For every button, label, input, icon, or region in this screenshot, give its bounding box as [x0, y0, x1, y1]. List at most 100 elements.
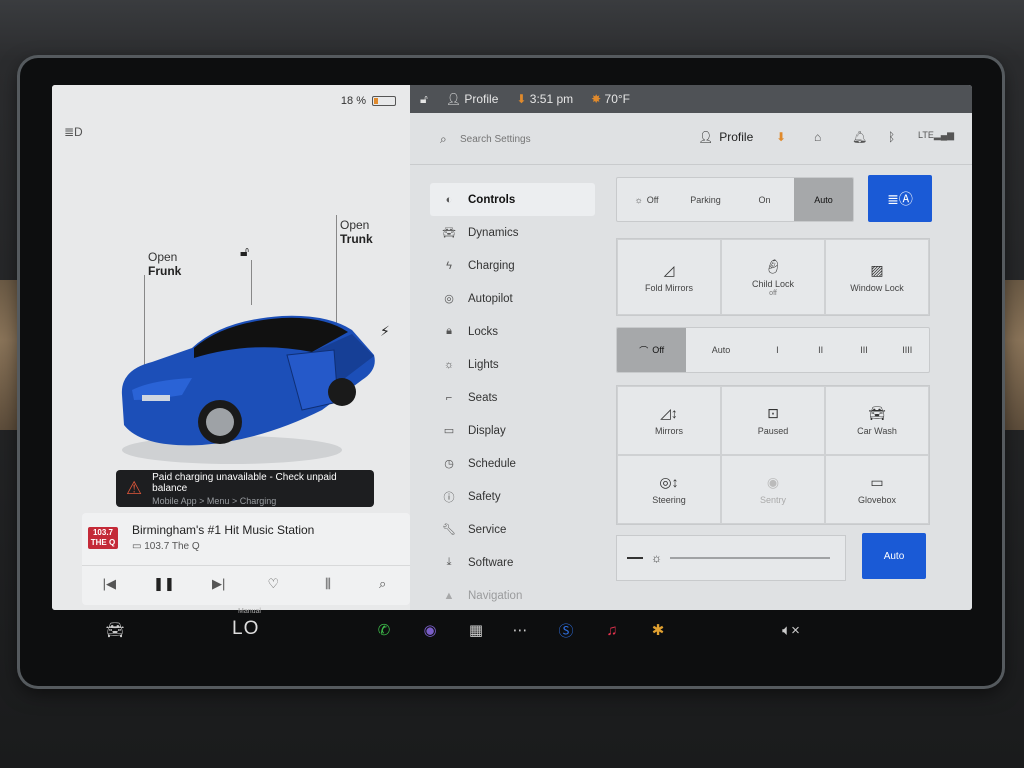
brightness-slider[interactable]: ☼	[616, 535, 846, 581]
charging-alert[interactable]: ⚠ Paid charging unavailable - Check unpa…	[116, 470, 374, 507]
software-update-icon[interactable]: ⬇	[776, 130, 786, 144]
auto-high-beam-button[interactable]: ≣Ⓐ	[868, 175, 932, 222]
nav-item-navigation[interactable]: ▲ Navigation	[430, 579, 595, 610]
headlights-option-label: Auto	[814, 194, 833, 205]
search-icon[interactable]: ⌕	[368, 576, 398, 592]
notification-bell-icon[interactable]: 🔔︎	[852, 130, 867, 144]
status-bar: 🔓︎ 👤︎ Profile ⬇ 3:51 pm ✸ 70°F	[410, 85, 972, 113]
tile-window-lock[interactable]: ▨ Window Lock	[825, 239, 929, 315]
toggle-icon: ◐	[445, 193, 453, 206]
wrench-icon: 🔧︎	[442, 524, 456, 536]
wiper-option-off[interactable]: ⌒ Off	[617, 328, 687, 372]
headlights-option-label: On	[758, 194, 771, 205]
phone-icon[interactable]: ✆	[372, 618, 396, 642]
headlights-option-label: Parking	[690, 194, 721, 205]
volume-muted-icon[interactable]: 🔈︎×	[776, 618, 806, 642]
nav-item-label: Schedule	[468, 457, 516, 470]
pause-icon[interactable]: ❚❚	[149, 576, 179, 592]
nav-item-locks[interactable]: 🔒︎ Locks	[430, 315, 595, 348]
wiper-option-label: Off	[652, 345, 665, 355]
car-panel: 18 % ≣D Open Frunk Open Trunk 🔓︎ ⚡︎ ⚠ Pa…	[52, 85, 410, 610]
media-controls: |◀ ❚❚ ▶| ♡ ⫼ ⌕	[82, 565, 410, 601]
headlight-sun-icon: ☼	[634, 194, 643, 205]
tile-label: Child Lock	[751, 278, 795, 289]
lock-status-icon[interactable]: 🔓︎	[420, 92, 428, 107]
headlights-option-label: Off	[646, 194, 659, 205]
settings-header: ⌕ 👤︎ Profile ⬇ ⌂ 🔔︎ ᛒ LTE▂▄▆	[410, 113, 972, 165]
car-icon[interactable]: 🚘︎	[102, 618, 128, 642]
climate-mode: Manual	[238, 608, 261, 615]
alert-title: Paid charging unavailable - Check unpaid…	[152, 471, 337, 494]
status-time: ⬇ 3:51 pm	[516, 92, 573, 106]
steering-wheel-icon: ◎	[444, 293, 454, 305]
wiper-option-auto[interactable]: Auto	[686, 328, 755, 372]
tile-sentry[interactable]: ◉ Sentry	[721, 455, 825, 524]
wiper-selector: ⌒ Off Auto I II III IIII	[616, 327, 930, 373]
status-profile[interactable]: 👤︎ Profile	[446, 92, 499, 106]
unlock-icon[interactable]: 🔓︎	[240, 243, 249, 260]
nav-item-software[interactable]: ⤓ Software	[430, 546, 595, 579]
fold-mirrors-icon: ◿	[663, 261, 675, 278]
window-lock-icon: ▨	[870, 261, 884, 278]
wiper-option-iii[interactable]: III	[842, 328, 885, 372]
headlights-option-auto[interactable]: Auto	[794, 178, 853, 221]
frunk-callout-line2: Frunk	[148, 264, 182, 278]
tile-child-lock[interactable]: 👶︎ Child Lock off	[721, 239, 825, 315]
headlights-option-parking[interactable]: Parking	[676, 178, 735, 221]
tile-paused[interactable]: ⊡ Paused	[721, 386, 825, 455]
nav-item-label: Charging	[468, 259, 515, 272]
nav-item-label: Autopilot	[468, 292, 513, 305]
nav-item-schedule[interactable]: ◷ Schedule	[430, 447, 595, 480]
tile-steering[interactable]: ◎↕ Steering	[617, 455, 721, 524]
controls-tiles-row2: ◿↕ Mirrors ⊡ Paused 🚘︎ Car Wash ◎↕ Steering ◉ Sen…	[616, 385, 930, 525]
next-icon[interactable]: ▶|	[204, 576, 234, 592]
nav-item-safety[interactable]: ⓘ Safety	[430, 480, 595, 513]
nav-item-autopilot[interactable]: ◎ Autopilot	[430, 282, 595, 315]
wiper-option-iiii[interactable]: IIII	[886, 328, 929, 372]
battery-fill	[374, 98, 378, 104]
previous-icon[interactable]: |◀	[94, 576, 124, 592]
nav-item-lights[interactable]: ☼ Lights	[430, 348, 595, 381]
tile-mirrors[interactable]: ◿↕ Mirrors	[617, 386, 721, 455]
nav-item-display[interactable]: ▭ Display	[430, 414, 595, 447]
brightness-auto-button[interactable]: Auto	[862, 533, 926, 579]
apple-music-icon[interactable]: ♫	[600, 618, 624, 642]
homelink-icon[interactable]: ⌂	[814, 130, 821, 144]
calendar-icon[interactable]: ▦	[464, 618, 488, 642]
favorite-heart-icon[interactable]: ♡	[258, 576, 288, 592]
open-frunk-button[interactable]: Open Frunk	[148, 250, 181, 278]
bluetooth-icon[interactable]: ᛒ	[888, 130, 895, 144]
headlights-option-on[interactable]: On	[735, 178, 794, 221]
wiper-icon: ⌒	[639, 345, 649, 356]
spotify-icon[interactable]: Ⓢ	[554, 618, 578, 642]
tile-glovebox[interactable]: ▭ Glovebox	[825, 455, 929, 524]
nav-item-seats[interactable]: ⌐ Seats	[430, 381, 595, 414]
brightness-track[interactable]	[670, 557, 830, 559]
equalizer-icon[interactable]: ⫼	[313, 576, 343, 592]
tile-car-wash[interactable]: 🚘︎ Car Wash	[825, 386, 929, 455]
trunk-callout-line2: Trunk	[340, 232, 373, 246]
headlights-option-off[interactable]: ☼ Off	[617, 178, 676, 221]
nav-item-dynamics[interactable]: 🚘︎ Dynamics	[430, 216, 595, 249]
camera-paused-icon: ⊡	[767, 405, 779, 421]
more-apps-icon[interactable]: ⋯	[508, 618, 532, 642]
bulb-icon: ☼	[443, 358, 455, 371]
settings-search-input[interactable]	[460, 130, 630, 148]
camera-icon[interactable]: ◉	[418, 618, 442, 642]
nav-item-charging[interactable]: ϟ Charging	[430, 249, 595, 282]
person-icon: 👤︎	[698, 130, 714, 144]
tile-fold-mirrors[interactable]: ◿ Fold Mirrors	[617, 239, 721, 315]
media-player: 103.7 THE Q Birmingham's #1 Hit Music St…	[82, 513, 410, 605]
nav-item-service[interactable]: 🔧︎ Service	[430, 513, 595, 546]
settings-profile-button[interactable]: 👤︎ Profile	[698, 130, 753, 144]
media-station: ▭ 103.7 The Q	[132, 541, 200, 552]
toybox-icon[interactable]: ✱	[646, 618, 670, 642]
glovebox-icon: ▭	[870, 474, 884, 490]
seat-icon: ⌐	[445, 391, 453, 404]
climate-temp[interactable]: LO	[232, 618, 259, 640]
frunk-callout-line1: Open	[148, 250, 178, 264]
nav-item-controls[interactable]: ◐ Controls	[430, 183, 595, 216]
wiper-option-i[interactable]: I	[756, 328, 799, 372]
wiper-option-ii[interactable]: II	[799, 328, 842, 372]
open-trunk-button[interactable]: Open Trunk	[340, 218, 373, 246]
